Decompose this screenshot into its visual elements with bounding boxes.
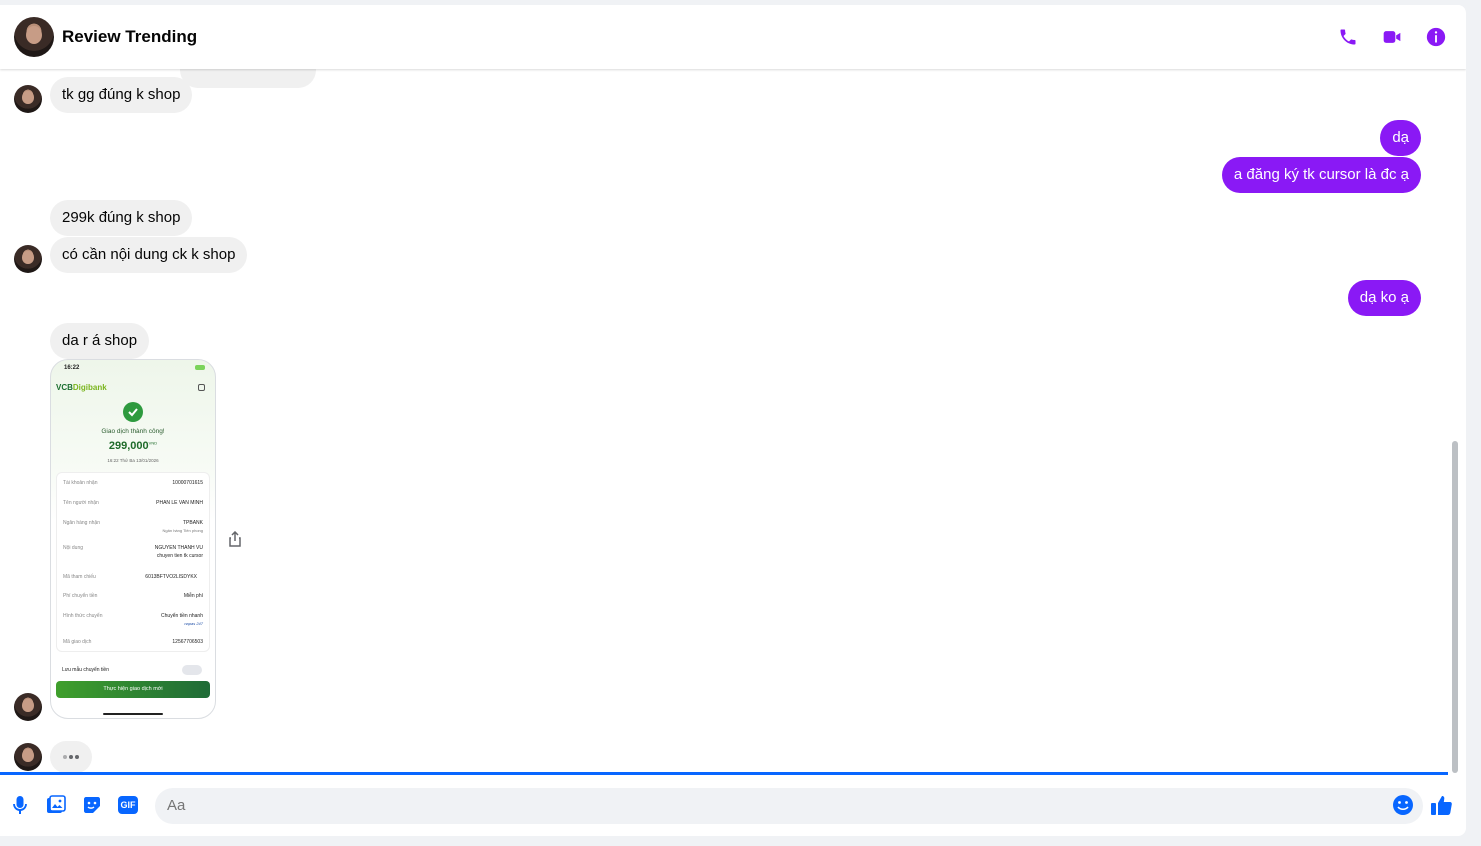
header-actions [1336, 25, 1448, 49]
new-transaction-button: Thực hiện giao dịch mới [56, 681, 210, 698]
row-label: Tài khoản nhận [63, 480, 98, 486]
row-label: Phí chuyển tiền [63, 593, 98, 599]
row-value: 6013BFTVO2LISDYKX [145, 574, 197, 580]
bank-logo: VCBDigibank [56, 383, 107, 392]
emoji-icon[interactable] [1391, 793, 1415, 817]
row-subvalue: napas 247 [184, 621, 203, 626]
like-icon[interactable] [1430, 793, 1454, 817]
row-label: Tên người nhận [63, 500, 99, 506]
gif-icon[interactable]: GIF [116, 793, 140, 817]
transfer-receipt-image[interactable]: 16:22 VCBDigibank Giao dịch thành công! … [50, 359, 216, 719]
row-label: Mã tham chiếu [63, 574, 96, 580]
chat-window: Review Trending tk gg đúng k shop dạ a đ… [0, 5, 1466, 836]
row-label: Hình thức chuyển [63, 613, 103, 619]
row-value: PHAN LE VAN MINH [156, 500, 203, 506]
row-value: Chuyển tiền nhanh [161, 613, 203, 619]
message-bubble[interactable]: a đăng ký tk cursor là đc ạ [1221, 157, 1421, 193]
message-bubble[interactable]: da r á shop [50, 323, 150, 359]
row-label: Mã giao dịch [63, 639, 92, 645]
message-bubble[interactable]: tk gg đúng k shop [50, 77, 193, 113]
message-bubble[interactable]: dạ ko ạ [1347, 280, 1421, 316]
typing-avatar [14, 743, 42, 771]
receipt-status: Giao dịch thành công! [101, 428, 165, 435]
row-value: Miễn phí [183, 593, 203, 599]
receipt-details: Tài khoản nhận 10000701615 Tên người nhậ… [56, 472, 210, 652]
chat-header: Review Trending [0, 5, 1466, 69]
receipt-amount: 299,000VND [108, 440, 158, 452]
video-call-icon[interactable] [1380, 25, 1404, 49]
message-bubble[interactable]: 299k đúng k shop [50, 200, 193, 236]
info-icon[interactable] [1424, 25, 1448, 49]
message-list[interactable]: tk gg đúng k shop dạ a đăng ký tk cursor… [0, 69, 1448, 773]
row-value: TPBANK [182, 520, 203, 526]
row-subvalue: Ngân hàng Tiên phong [162, 528, 203, 533]
image-icon[interactable] [44, 793, 68, 817]
save-template-label: Lưu mẫu chuyển tiền [62, 667, 109, 673]
message-input[interactable] [155, 788, 1423, 824]
row-value: NGUYEN THANH VU [154, 545, 203, 551]
sender-avatar [14, 693, 42, 721]
typing-indicator [50, 741, 92, 773]
sender-avatar [14, 85, 42, 113]
message-bubble-partial [180, 69, 316, 88]
row-value: 12567706503 [172, 639, 203, 645]
success-check-icon [123, 402, 143, 422]
contact-avatar[interactable] [14, 17, 54, 57]
contact-name[interactable]: Review Trending [62, 27, 197, 47]
save-template-toggle [182, 665, 202, 675]
row-subvalue: chuyen tien tk cursor [156, 553, 203, 559]
microphone-icon[interactable] [8, 793, 32, 817]
sticker-icon[interactable] [80, 793, 104, 817]
status-bar-icons [179, 365, 205, 370]
scrollbar[interactable] [1449, 69, 1461, 777]
row-label: Ngân hàng nhận [63, 520, 100, 526]
home-indicator [103, 713, 163, 715]
home-icon [198, 384, 205, 391]
sender-avatar [14, 245, 42, 273]
scrollbar-thumb[interactable] [1452, 441, 1458, 773]
row-label: Nội dung [63, 545, 84, 551]
message-bubble[interactable]: có cần nội dung ck k shop [50, 237, 248, 273]
share-icon[interactable] [228, 530, 242, 547]
receipt-time: 16:22 [64, 365, 80, 371]
row-value: 10000701615 [172, 480, 203, 486]
receipt-datetime: 16:22 Thứ Ba 13/01/2026 [107, 458, 159, 463]
phone-icon[interactable] [1336, 25, 1360, 49]
message-composer: GIF [0, 775, 1466, 836]
message-bubble[interactable]: dạ [1380, 120, 1421, 156]
